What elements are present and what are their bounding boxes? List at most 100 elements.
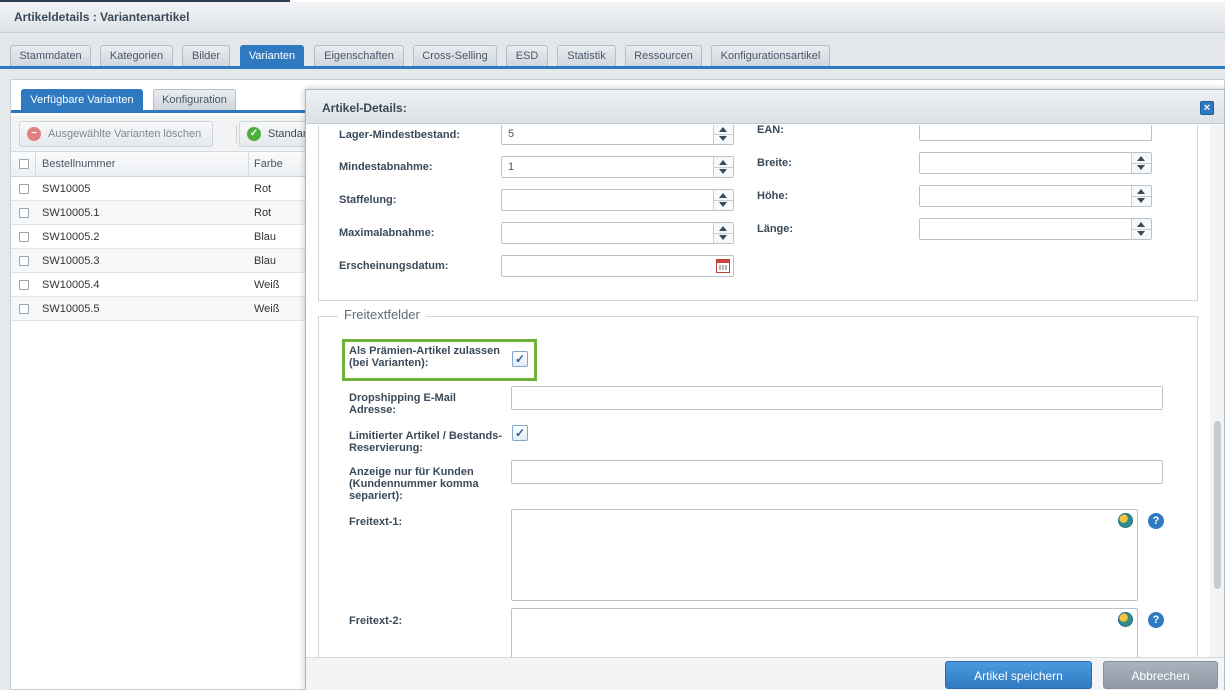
scrollbar-thumb[interactable]	[1214, 421, 1221, 589]
arrow-down-icon	[1137, 231, 1145, 236]
lager-mindestbestand-input[interactable]: 5	[501, 125, 734, 145]
row-checkbox[interactable]	[19, 232, 29, 242]
window-titlebar: Artikeldetails : Variantenartikel	[0, 2, 1225, 33]
label-maximalabnahme: Maximalabnahme:	[339, 227, 435, 239]
tab-konfigurationsartikel[interactable]: Konfigurationsartikel	[711, 45, 830, 66]
row-color: Weiß	[254, 303, 280, 315]
hoehe-input[interactable]	[919, 185, 1152, 207]
label-freitext-1: Freitext-1:	[349, 516, 403, 528]
tab-statistik[interactable]: Statistik	[557, 45, 616, 66]
column-header-farbe[interactable]: Farbe	[254, 158, 283, 170]
close-icon[interactable]: ×	[1200, 101, 1214, 115]
table-row[interactable]: SW10005.1 Rot	[11, 201, 307, 225]
customer-visibility-input[interactable]	[511, 460, 1163, 484]
label-lager-mindestbestand: Lager-Mindestbestand:	[339, 129, 461, 141]
table-row[interactable]: SW10005 Rot	[11, 177, 307, 201]
label-erscheinungsdatum: Erscheinungsdatum:	[339, 260, 449, 272]
maximalabnahme-spinner[interactable]	[713, 223, 733, 243]
staffelung-input[interactable]	[501, 189, 734, 211]
save-article-button[interactable]: Artikel speichern	[945, 661, 1092, 689]
spinner-divider	[714, 200, 733, 201]
row-number: SW10005.5	[42, 303, 100, 315]
laenge-spinner[interactable]	[1131, 219, 1151, 239]
freitext-1-textarea[interactable]	[511, 509, 1138, 601]
standard-button[interactable]: ✓ Standard	[239, 121, 307, 147]
row-color: Rot	[254, 183, 272, 195]
arrow-down-icon	[719, 136, 727, 141]
table-row[interactable]: SW10005.3 Blau	[11, 249, 307, 273]
toolbar-divider	[236, 125, 237, 143]
row-checkbox[interactable]	[19, 256, 29, 266]
label-freitext-2: Freitext-2:	[349, 615, 403, 627]
checkmark-icon: ✓	[247, 127, 261, 141]
window-title: Artikeldetails : Variantenartikel	[14, 10, 190, 24]
tab-stammdaten[interactable]: Stammdaten	[10, 45, 91, 66]
arrow-up-icon	[1137, 222, 1145, 227]
breite-spinner[interactable]	[1131, 153, 1151, 173]
table-row[interactable]: SW10005.5 Weiß	[11, 297, 307, 321]
premium-article-checkbox[interactable]: ✓	[512, 351, 528, 367]
dialog-footer: Artikel speichern Abbrechen	[306, 657, 1224, 690]
arrow-up-icon	[719, 226, 727, 231]
maximalabnahme-input[interactable]	[501, 222, 734, 244]
freitext-2-textarea[interactable]	[511, 608, 1138, 657]
help-icon[interactable]: ?	[1148, 513, 1164, 529]
article-details-dialog: Artikel-Details: × Lager-Mindestbestand:…	[305, 89, 1225, 690]
row-checkbox[interactable]	[19, 304, 29, 314]
cancel-button[interactable]: Abbrechen	[1103, 661, 1218, 689]
tab-verfuegbare-varianten[interactable]: Verfügbare Varianten	[21, 89, 143, 110]
breite-input[interactable]	[919, 152, 1152, 174]
tab-konfiguration[interactable]: Konfiguration	[153, 89, 236, 110]
select-all-checkbox[interactable]	[19, 159, 29, 169]
mindestabnahme-spinner[interactable]	[713, 157, 733, 177]
calendar-icon[interactable]	[716, 259, 730, 273]
tab-bilder[interactable]: Bilder	[182, 45, 230, 66]
dialog-title: Artikel-Details:	[322, 101, 407, 115]
ean-input[interactable]	[919, 125, 1152, 141]
table-row[interactable]: SW10005.4 Weiß	[11, 273, 307, 297]
label-laenge: Länge:	[757, 223, 794, 235]
minus-icon: −	[27, 127, 41, 141]
spinner-divider	[1132, 196, 1151, 197]
row-checkbox[interactable]	[19, 280, 29, 290]
staffelung-spinner[interactable]	[713, 190, 733, 210]
tab-kategorien[interactable]: Kategorien	[100, 45, 173, 66]
lager-mindestbestand-spinner[interactable]	[713, 125, 733, 144]
hoehe-spinner[interactable]	[1131, 186, 1151, 206]
row-checkbox[interactable]	[19, 184, 29, 194]
row-number: SW10005.3	[42, 255, 100, 267]
variant-tab-bar: Verfügbare Varianten Konfiguration	[11, 80, 307, 113]
tab-esd[interactable]: ESD	[506, 45, 548, 66]
column-header-bestellnummer[interactable]: Bestellnummer	[42, 158, 115, 170]
dialog-scrollbar[interactable]	[1210, 125, 1224, 657]
tab-cross-selling[interactable]: Cross-Selling	[413, 45, 497, 66]
dialog-body: Lager-Mindestbestand: 5 Mindestabnahme: …	[306, 125, 1224, 657]
help-icon[interactable]: ?	[1148, 612, 1164, 628]
label-customer-visibility: Anzeige nur für Kunden (Kundennummer kom…	[349, 466, 479, 502]
laenge-input[interactable]	[919, 218, 1152, 240]
arrow-down-icon	[719, 169, 727, 174]
dropshipping-email-input[interactable]	[511, 386, 1163, 410]
mindestabnahme-input[interactable]: 1	[501, 156, 734, 178]
spinner-divider	[714, 134, 733, 135]
delete-variants-button[interactable]: − Ausgewählte Varianten löschen	[19, 121, 213, 147]
arrow-down-icon	[719, 235, 727, 240]
tab-ressourcen[interactable]: Ressourcen	[625, 45, 702, 66]
row-checkbox[interactable]	[19, 208, 29, 218]
erscheinungsdatum-input[interactable]	[501, 255, 734, 277]
limited-article-checkbox[interactable]: ✓	[512, 425, 528, 441]
grid-header: Bestellnummer Farbe	[11, 152, 307, 177]
main-tab-bar: Stammdaten Kategorien Bilder Varianten E…	[0, 33, 1225, 69]
label-breite: Breite:	[757, 157, 792, 169]
table-row[interactable]: SW10005.2 Blau	[11, 225, 307, 249]
tab-varianten[interactable]: Varianten	[240, 45, 304, 66]
row-number: SW10005.1	[42, 207, 100, 219]
tab-eigenschaften[interactable]: Eigenschaften	[314, 45, 404, 66]
arrow-up-icon	[719, 127, 727, 132]
globe-icon[interactable]	[1118, 612, 1133, 627]
row-color: Rot	[254, 207, 272, 219]
standard-label: Standard	[268, 128, 307, 140]
dialog-header: Artikel-Details: ×	[306, 90, 1224, 124]
column-divider	[35, 152, 36, 176]
globe-icon[interactable]	[1118, 513, 1133, 528]
